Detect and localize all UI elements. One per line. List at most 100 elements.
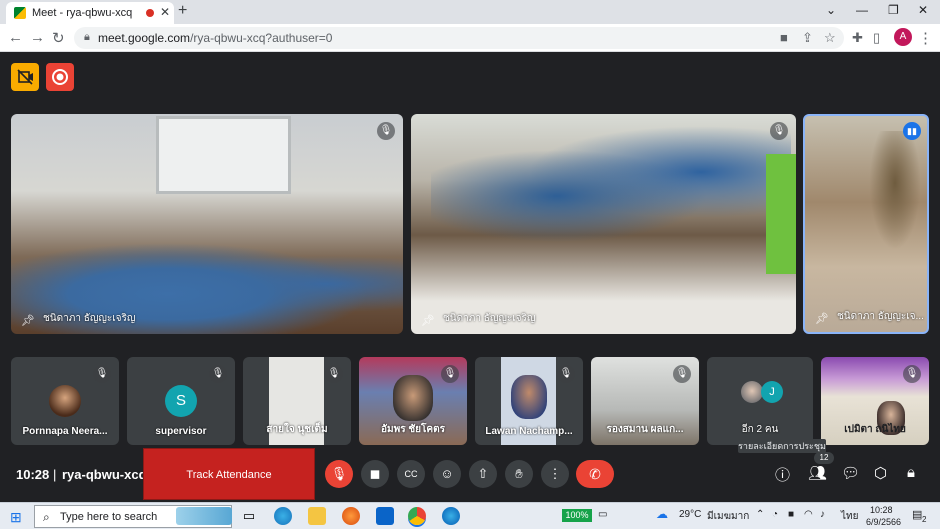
avatar <box>49 385 81 417</box>
emoji-reaction-button[interactable]: ☺ <box>433 460 461 488</box>
edge-icon[interactable] <box>274 507 292 525</box>
track-attendance-button[interactable]: Track Attendance <box>143 448 315 500</box>
pin-icon[interactable]: 📌︎ <box>21 314 35 327</box>
minimize-button[interactable]: — <box>856 3 868 17</box>
chrome-icon[interactable] <box>408 507 426 525</box>
end-call-button[interactable]: ✆ <box>576 460 614 488</box>
clock-time[interactable]: 10:28 <box>870 505 893 515</box>
person-face <box>511 375 547 419</box>
meeting-code: rya-qbwu-xcq <box>62 467 147 482</box>
forward-icon[interactable]: → <box>30 29 45 46</box>
meeting-time: 10:28 <box>16 467 50 482</box>
active-speaker-tile[interactable]: ▮▮ 📌︎ ชนิดาภา ธัญญะเจ... <box>803 114 929 334</box>
battery-icon[interactable]: ▭ <box>598 509 607 520</box>
activities-icon[interactable]: ⬡ <box>874 464 887 482</box>
microphone-muted-button[interactable]: 🎙︎ <box>325 460 353 488</box>
browser-nav-bar: ← → ↻ 🔒︎ meet.google.com/rya-qbwu-xcq?au… <box>0 24 940 52</box>
muted-icon: 🎙︎ <box>325 365 343 383</box>
participant-tile[interactable]: 🎙︎ อัมพร ชัยโคตร <box>359 357 467 445</box>
host-controls-icon[interactable]: 🔒︎ <box>907 464 915 481</box>
weather-cloud-icon: ☁ <box>656 507 668 521</box>
volume-icon[interactable]: ♪ <box>820 509 825 520</box>
raise-hand-button[interactable]: ✋︎ <box>505 460 533 488</box>
side-panel-icon[interactable]: ▯ <box>873 30 880 46</box>
search-highlight-image <box>176 507 232 525</box>
new-tab-button[interactable]: + <box>178 2 187 20</box>
muted-icon: 🎙︎ <box>770 122 788 140</box>
participant-tile[interactable]: 🎙︎ เปมิตา ถนิไทย <box>821 357 929 445</box>
tab-search-icon[interactable]: ⌄ <box>826 3 836 17</box>
clock-date[interactable]: 6/9/2566 <box>866 517 901 527</box>
participant-tile[interactable]: 🎙︎ Pornnapa Neera... <box>11 357 119 445</box>
address-bar[interactable]: 🔒︎ meet.google.com/rya-qbwu-xcq?authuser… <box>74 27 844 49</box>
close-window-button[interactable]: ✕ <box>918 3 928 17</box>
main-video-tile[interactable]: 🎙︎ 📌︎ ชนิดาภา ธัญญะเจริญ <box>411 114 796 334</box>
people-icon[interactable]: 👥︎ <box>808 464 827 482</box>
video-people <box>431 124 791 244</box>
meeting-details-icon[interactable]: ⓘ <box>775 464 790 485</box>
more-options-button[interactable]: ⋮ <box>541 460 569 488</box>
wifi-icon[interactable]: ◠ <box>804 509 813 520</box>
recording-button[interactable] <box>46 63 74 91</box>
notifications-icon[interactable]: ▤ <box>912 508 922 521</box>
video-people <box>865 131 925 261</box>
participant-name: ชนิดาภา ธัญญะเจริญ <box>43 313 136 324</box>
participant-name: supervisor <box>155 426 207 437</box>
participant-name: สายใจ นุชเต็ม <box>266 424 328 435</box>
browser-tab[interactable]: Meet - rya-qbwu-xcq ✕ <box>6 2 174 24</box>
avatar <box>741 381 763 403</box>
firefox-icon[interactable] <box>342 507 360 525</box>
battery-indicator[interactable]: 100% <box>562 509 592 522</box>
maximize-button[interactable]: ❐ <box>888 3 899 17</box>
notification-count: 2 <box>922 515 927 524</box>
network-icon[interactable]: ◔ <box>772 509 778 520</box>
participant-tile[interactable]: J อีก 2 คน <box>707 357 813 445</box>
camera-button[interactable]: ◼︎ <box>361 460 389 488</box>
present-screen-button[interactable]: ⇧ <box>469 460 497 488</box>
participant-tile[interactable]: 🎙︎ รองสมาน ผลแก... <box>591 357 699 445</box>
search-icon: ⌕ <box>43 510 50 524</box>
reload-icon[interactable]: ↻ <box>52 29 65 47</box>
back-icon[interactable]: ← <box>8 29 23 46</box>
temperature[interactable]: 29°C <box>679 509 701 520</box>
share-icon[interactable]: ⇪ <box>802 30 813 46</box>
camera-off-indicator-icon[interactable] <box>11 63 39 91</box>
participant-name: รองสมาน ผลแก... <box>606 424 684 435</box>
chat-icon[interactable]: 💬︎ <box>841 464 860 482</box>
recording-dot-icon <box>146 9 154 17</box>
participant-tile[interactable]: S 🎙︎ supervisor <box>127 357 235 445</box>
webcam-icon[interactable]: ■ <box>788 509 794 520</box>
camera-icon[interactable]: ■ <box>780 30 788 45</box>
main-video-tile[interactable]: 🎙︎ 📌︎ ชนิดาภา ธัญญะเจริญ <box>11 114 403 334</box>
participant-tile[interactable]: 🎙︎ สายใจ นุชเต็ม <box>243 357 351 445</box>
muted-icon: 🎙︎ <box>673 365 691 383</box>
mail-icon[interactable] <box>376 507 394 525</box>
extensions-icon[interactable]: ✚ <box>852 30 863 46</box>
participant-name: Pornnapa Neera... <box>22 426 108 437</box>
url-text: meet.google.com/rya-qbwu-xcq?authuser=0 <box>98 31 333 45</box>
close-tab-icon[interactable]: ✕ <box>160 5 170 19</box>
bookmark-star-icon[interactable]: ☆ <box>824 30 836 46</box>
participant-name: ชนิดาภา ธัญญะเจริญ <box>443 313 536 324</box>
lock-icon[interactable]: 🔒︎ <box>84 31 90 44</box>
input-language[interactable]: ไทย <box>841 509 858 524</box>
task-view-icon[interactable]: ▭ <box>240 507 258 525</box>
pin-icon[interactable]: 📌︎ <box>421 314 435 327</box>
muted-icon: 🎙︎ <box>209 365 227 383</box>
windows-start-icon[interactable]: ⊞ <box>10 509 22 526</box>
participant-name: ชนิดาภา ธัญญะเจ... <box>837 311 924 322</box>
menu-icon[interactable]: ⋮ <box>918 29 933 47</box>
profile-avatar[interactable]: A <box>894 28 912 46</box>
captions-button[interactable]: CC <box>397 460 425 488</box>
pin-icon[interactable]: 📌︎ <box>815 312 829 325</box>
show-hidden-icons-icon[interactable]: ⌃ <box>756 509 764 520</box>
participant-tile[interactable]: 🎙︎ Lawan Nachamp... <box>475 357 583 445</box>
edge-icon[interactable] <box>442 507 460 525</box>
muted-icon: 🎙︎ <box>377 122 395 140</box>
participant-name: อัมพร ชัยโคตร <box>381 424 445 435</box>
weather-condition[interactable]: มีเมฆมาก <box>707 509 749 524</box>
tab-title: Meet - rya-qbwu-xcq <box>32 7 133 19</box>
file-explorer-icon[interactable] <box>308 507 326 525</box>
more-participants-label: อีก 2 คน <box>741 424 779 435</box>
meet-favicon-icon <box>14 7 26 19</box>
